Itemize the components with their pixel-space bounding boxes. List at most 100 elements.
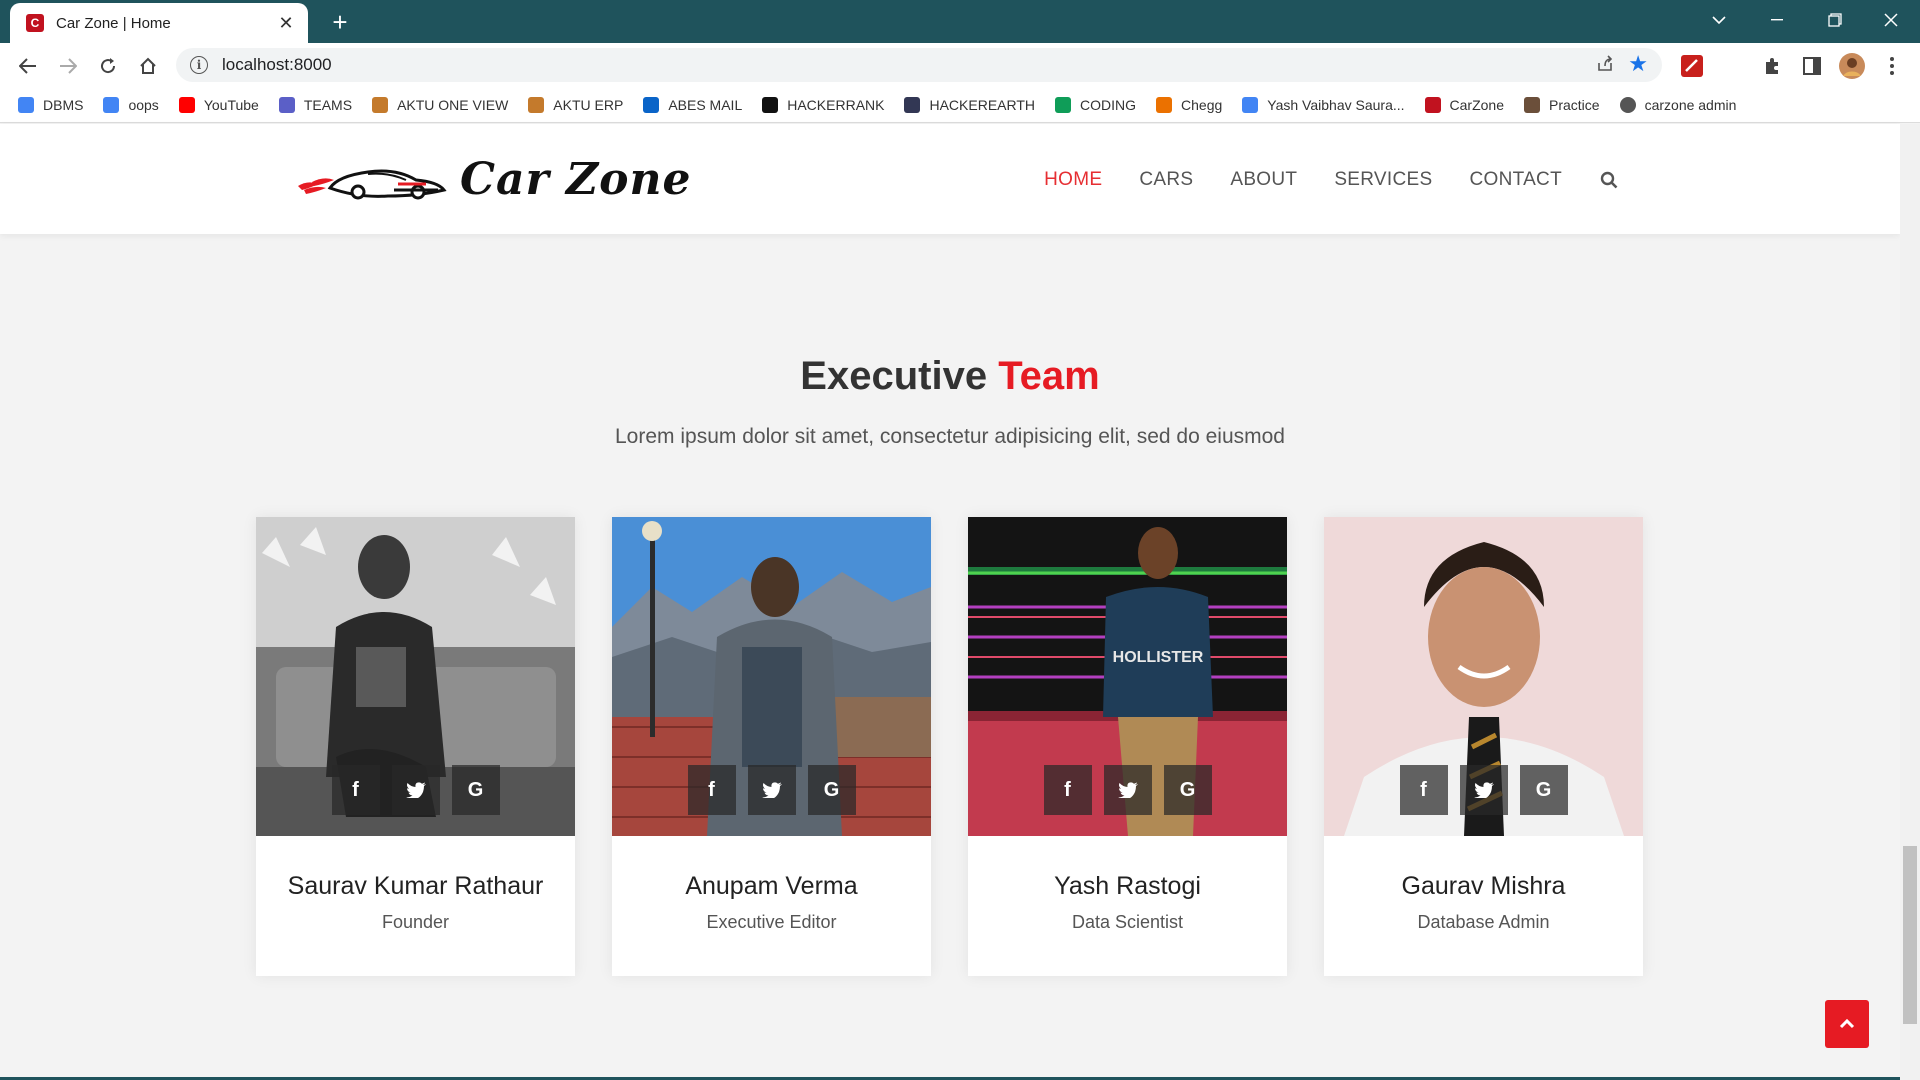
twitter-icon[interactable] — [747, 765, 796, 815]
youtube-icon — [178, 96, 195, 113]
hackerrank-icon — [762, 96, 779, 113]
home-button[interactable] — [132, 50, 164, 82]
svg-text:HOLLISTER: HOLLISTER — [1113, 649, 1204, 666]
site-logo[interactable]: Car Zone — [298, 154, 691, 205]
bookmark-label: ABES MAIL — [668, 96, 743, 113]
bookmark-star-icon[interactable]: ★ — [1628, 51, 1648, 77]
practice-icon — [1524, 96, 1540, 113]
aktu-icon — [372, 96, 389, 113]
teams-icon — [278, 96, 295, 113]
bookmark-item[interactable]: oops — [103, 96, 159, 113]
new-tab-button[interactable]: + — [324, 6, 356, 38]
bookmark-label: TEAMS — [303, 96, 353, 113]
docs-icon — [18, 96, 34, 113]
scrollbar-thumb[interactable] — [1903, 846, 1917, 1024]
bookmark-item[interactable]: CODING — [1055, 96, 1136, 113]
car-logo-icon — [298, 169, 447, 199]
restore-button[interactable] — [1806, 0, 1864, 40]
browser-toolbar: i localhost:8000 ★ — [0, 43, 1920, 87]
bookmark-item[interactable]: DBMS — [18, 96, 84, 113]
bookmark-label: AKTU ERP — [553, 96, 624, 113]
bookmark-label: HACKERRANK — [787, 96, 885, 113]
social-links: f G — [1324, 765, 1643, 815]
close-window-button[interactable] — [1862, 0, 1920, 40]
google-icon[interactable]: G — [1163, 765, 1212, 815]
bookmark-item[interactable]: carzone admin — [1619, 96, 1737, 113]
bookmark-item[interactable]: Yash Vaibhav Saura... — [1242, 96, 1405, 113]
bookmark-label: DBMS — [43, 96, 84, 113]
social-links: f G — [256, 765, 575, 815]
pdf-extension-icon[interactable] — [1678, 52, 1706, 80]
member-name: Yash Rastogi — [1054, 872, 1201, 900]
back-button[interactable] — [12, 50, 44, 82]
member-role: Database Admin — [1417, 912, 1550, 932]
page-scrollbar[interactable] — [1900, 124, 1920, 1080]
social-links: f G — [612, 765, 931, 815]
logo-text: Car Zone — [460, 154, 692, 205]
bookmark-item[interactable]: YouTube — [178, 96, 259, 113]
google-icon[interactable]: G — [451, 765, 500, 815]
bookmark-item[interactable]: ABES MAIL — [643, 96, 743, 113]
team-card: HOLLISTER f G Yash Rastogi Data Scientis… — [968, 517, 1287, 976]
twitter-icon[interactable] — [391, 765, 440, 815]
browser-tab[interactable]: C Car Zone | Home ✕ — [10, 3, 308, 43]
twitter-icon[interactable] — [1103, 765, 1152, 815]
bookmark-item[interactable]: CarZone — [1424, 96, 1504, 113]
reload-button[interactable] — [92, 50, 124, 82]
member-name: Anupam Verma — [685, 872, 858, 900]
member-role: Data Scientist — [1071, 912, 1184, 932]
bookmark-label: CarZone — [1449, 96, 1504, 113]
social-links: f G — [968, 765, 1287, 815]
bookmark-label: carzone admin — [1644, 96, 1737, 113]
hackerearth-icon — [904, 96, 921, 113]
nav-cars[interactable]: CARS — [1139, 169, 1193, 191]
team-card: f G Gaurav Mishra Database Admin — [1324, 517, 1643, 976]
team-card: f G Saurav Kumar Rathaur Founder — [256, 517, 575, 976]
site-info-icon[interactable]: i — [190, 56, 208, 74]
search-icon[interactable] — [1600, 171, 1618, 189]
member-name: Saurav Kumar Rathaur — [287, 872, 544, 900]
extensions-icon[interactable] — [1758, 52, 1786, 80]
forward-button[interactable] — [52, 50, 84, 82]
scroll-to-top-button[interactable] — [1825, 1000, 1869, 1048]
tab-title: Car Zone | Home — [56, 14, 171, 32]
nav-home[interactable]: HOME — [1044, 169, 1102, 191]
bookmark-label: YouTube — [203, 96, 259, 113]
nav-services[interactable]: SERVICES — [1334, 169, 1432, 191]
twitter-icon[interactable] — [1459, 765, 1508, 815]
google-icon[interactable]: G — [1519, 765, 1568, 815]
minimize-button[interactable] — [1748, 0, 1806, 40]
team-card: f G Anupam Verma Executive Editor — [612, 517, 931, 976]
facebook-icon[interactable]: f — [1399, 765, 1448, 815]
nav-about[interactable]: ABOUT — [1230, 169, 1297, 191]
section-title: Executive Team — [0, 354, 1900, 399]
google-icon[interactable]: G — [807, 765, 856, 815]
bookmark-item[interactable]: HACKEREARTH — [904, 96, 1035, 113]
section-title-main: Executive — [800, 354, 988, 398]
tab-close-icon[interactable]: ✕ — [276, 13, 296, 34]
bookmark-label: Practice — [1549, 96, 1600, 113]
facebook-icon[interactable]: f — [1043, 765, 1092, 815]
facebook-icon[interactable]: f — [687, 765, 736, 815]
nav-contact[interactable]: CONTACT — [1469, 169, 1562, 191]
bookmark-item[interactable]: AKTU ONE VIEW — [372, 96, 508, 113]
bookmark-item[interactable]: AKTU ERP — [528, 96, 624, 113]
browser-tab-bar: C Car Zone | Home ✕ + — [0, 0, 1920, 43]
tab-search-icon[interactable] — [1690, 0, 1748, 40]
address-bar[interactable]: i localhost:8000 ★ — [176, 48, 1662, 82]
section-subtitle: Lorem ipsum dolor sit amet, consectetur … — [615, 425, 1285, 448]
share-icon[interactable] — [1596, 54, 1614, 77]
bookmark-item[interactable]: Practice — [1524, 96, 1600, 113]
main-nav: HOME CARS ABOUT SERVICES CONTACT — [1007, 169, 1618, 191]
bookmark-label: Yash Vaibhav Saura... — [1267, 96, 1405, 113]
bookmark-item[interactable]: TEAMS — [278, 96, 353, 113]
bookmark-item[interactable]: Chegg — [1156, 96, 1222, 113]
menu-kebab-icon[interactable] — [1878, 52, 1906, 80]
member-role: Founder — [381, 912, 450, 932]
facebook-icon[interactable]: f — [331, 765, 380, 815]
side-panel-icon[interactable] — [1798, 52, 1826, 80]
bookmark-item[interactable]: HACKERRANK — [762, 96, 885, 113]
profile-avatar[interactable] — [1838, 52, 1866, 80]
site-header: Car Zone HOME CARS ABOUT SERVICES CONTAC… — [0, 124, 1900, 234]
url-text[interactable]: localhost:8000 — [222, 55, 332, 75]
